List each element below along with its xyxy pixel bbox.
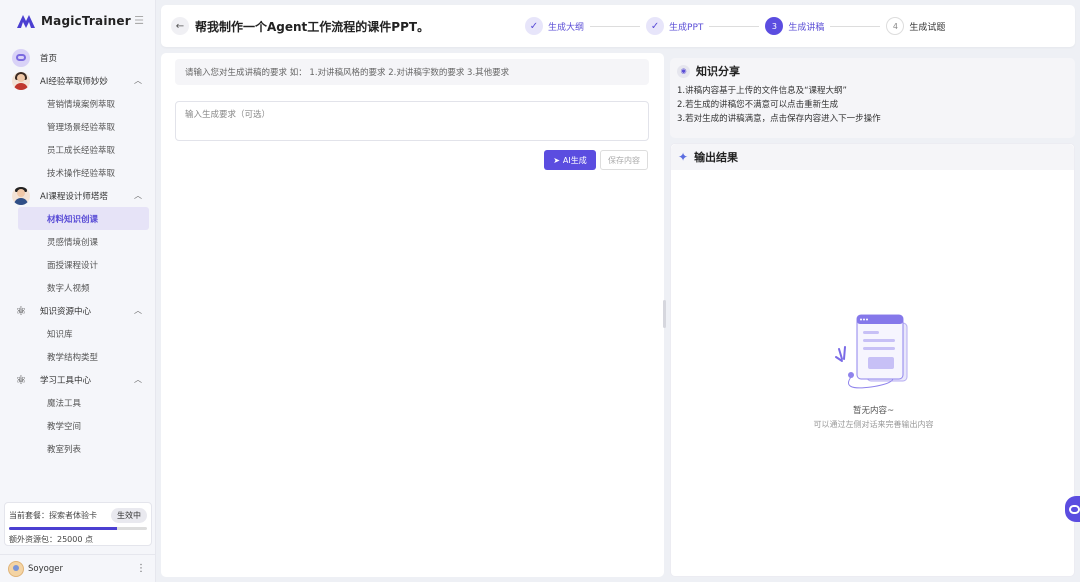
home-icon — [12, 48, 30, 67]
miaomiao-avatar-icon — [12, 71, 30, 90]
sidebar-item-management-scene[interactable]: 管理场景经验萃取 — [18, 115, 149, 138]
step-number: 4 — [886, 17, 905, 35]
output-result-card: ✦ 输出结果 暂无内容~ 可以通过左侧对话来完善输出内容 — [670, 143, 1075, 577]
chevron-up-icon[interactable]: ︿ — [133, 374, 143, 385]
step-ppt[interactable]: ✓ 生成PPT — [646, 17, 703, 35]
sidebar-item-magic-tools[interactable]: 魔法工具 — [18, 391, 149, 414]
step-connector — [830, 25, 881, 27]
chevron-up-icon[interactable]: ︿ — [133, 75, 143, 86]
share-line: 1.讲稿内容基于上传的文件信息及“课程大纲” — [677, 86, 847, 96]
step-label: 生成讲稿 — [788, 22, 825, 33]
chevron-up-icon[interactable]: ︿ — [133, 305, 143, 316]
logo-icon — [17, 15, 35, 28]
sidebar-item-teaching-space[interactable]: 教学空间 — [18, 414, 149, 437]
step-label: 生成试题 — [909, 22, 946, 33]
send-icon: ➤ — [553, 155, 560, 165]
knowledge-center-icon: ⚛ — [15, 303, 27, 318]
sidebar: MagicTrainer ☰ 首页 AI经验萃取师妙妙 ︿ 营销情境案例萃取 管… — [0, 0, 156, 582]
sidebar-group-course-design[interactable]: AI课程设计师塔塔 ︿ — [6, 184, 149, 207]
empty-state-subtitle: 可以通过左侧对话来完善输出内容 — [813, 420, 934, 429]
empty-state-title: 暂无内容~ — [852, 406, 895, 416]
requirements-input[interactable] — [175, 101, 649, 141]
user-row: Soyoger ⋮ — [0, 554, 156, 582]
panel-resize-handle[interactable] — [663, 300, 666, 328]
output-title: 输出结果 — [694, 151, 739, 164]
sidebar-item-material-course[interactable]: 材料知识创课 — [18, 207, 149, 230]
sidebar-group-extraction[interactable]: AI经验萃取师妙妙 ︿ — [6, 69, 149, 92]
check-icon: ✓ — [646, 17, 665, 35]
knowledge-share-title: 知识分享 — [696, 65, 740, 78]
sidebar-item-label: 首页 — [40, 53, 58, 64]
sidebar-item-employee-growth[interactable]: 员工成长经验萃取 — [18, 138, 149, 161]
empty-document-illustration — [835, 314, 908, 389]
sidebar-group-tools[interactable]: ⚛ 学习工具中心 ︿ — [6, 368, 149, 391]
info-icon: ◉ — [677, 64, 690, 78]
collapse-sidebar-icon[interactable]: ☰ — [133, 15, 145, 27]
requirements-hint: 请输入您对生成讲稿的要求 如： 1.对讲稿风格的要求 2.对讲稿字数的要求 3.… — [175, 59, 649, 85]
chat-assistant-button[interactable] — [1065, 496, 1080, 522]
ai-generate-button[interactable]: ➤ AI生成 — [544, 150, 596, 170]
sidebar-item-teaching-structure[interactable]: 教学结构类型 — [18, 345, 149, 368]
plan-extra-resources: 额外资源包：25000 点 — [9, 535, 93, 544]
tata-avatar-icon — [12, 186, 30, 205]
step-outline[interactable]: ✓ 生成大纲 — [525, 17, 584, 35]
sidebar-item-classroom-design[interactable]: 面授课程设计 — [18, 253, 149, 276]
back-arrow-icon[interactable]: ← — [171, 17, 189, 35]
knowledge-share-card: ◉ 知识分享 1.讲稿内容基于上传的文件信息及“课程大纲” 2.若生成的讲稿您不… — [670, 58, 1075, 138]
check-icon: ✓ — [525, 17, 543, 35]
ai-generate-label: AI生成 — [562, 155, 587, 165]
output-panel: ◉ 知识分享 1.讲稿内容基于上传的文件信息及“课程大纲” 2.若生成的讲稿您不… — [670, 58, 1075, 577]
stepper: ✓ 生成大纲 ✓ 生成PPT 3 生成讲稿 4 生成试题 — [525, 17, 945, 35]
sidebar-nav: 首页 AI经验萃取师妙妙 ︿ 营销情境案例萃取 管理场景经验萃取 员工成长经验萃… — [0, 42, 155, 464]
tools-center-icon: ⚛ — [15, 372, 27, 387]
sidebar-group-label: AI经验萃取师妙妙 — [40, 76, 108, 87]
chevron-up-icon[interactable]: ︿ — [133, 190, 143, 201]
logo-row: MagicTrainer ☰ — [0, 0, 155, 42]
plan-usage-fill — [9, 527, 117, 530]
sidebar-group-knowledge[interactable]: ⚛ 知识资源中心 ︿ — [6, 299, 149, 322]
sidebar-group-label: AI课程设计师塔塔 — [40, 191, 108, 202]
sidebar-group-label: 学习工具中心 — [40, 375, 92, 386]
sidebar-item-classroom-list[interactable]: 教室列表 — [18, 437, 149, 460]
app-name: MagicTrainer — [41, 14, 131, 28]
user-avatar[interactable] — [8, 560, 24, 577]
logo[interactable]: MagicTrainer — [16, 13, 131, 29]
sidebar-item-digital-human[interactable]: 数字人视频 — [18, 276, 149, 299]
more-vertical-icon[interactable]: ⋮ — [136, 563, 146, 574]
plan-label: 当前套餐：探索者体验卡 — [9, 511, 97, 520]
plan-status-badge: 生效中 — [111, 508, 147, 523]
sidebar-item-marketing-case[interactable]: 营销情境案例萃取 — [18, 92, 149, 115]
step-number: 3 — [765, 17, 784, 35]
sidebar-item-home[interactable]: 首页 — [6, 46, 149, 69]
save-content-button[interactable]: 保存内容 — [600, 150, 648, 170]
sidebar-item-knowledge-base[interactable]: 知识库 — [18, 322, 149, 345]
sidebar-group-label: 知识资源中心 — [40, 306, 92, 317]
requirements-panel: 请输入您对生成讲稿的要求 如： 1.对讲稿风格的要求 2.对讲稿字数的要求 3.… — [161, 53, 664, 577]
chat-icon — [1069, 504, 1080, 514]
share-line: 3.若对生成的讲稿满意，点击保存内容进入下一步操作 — [677, 114, 881, 124]
step-connector — [709, 25, 760, 27]
step-script[interactable]: 3 生成讲稿 — [765, 17, 824, 35]
header: ← 帮我制作一个Agent工作流程的课件PPT。 ✓ 生成大纲 ✓ 生成PPT … — [161, 5, 1075, 47]
sidebar-item-inspiration-course[interactable]: 灵感情境创课 — [18, 230, 149, 253]
step-label: 生成PPT — [669, 22, 704, 33]
page-title: 帮我制作一个Agent工作流程的课件PPT。 — [195, 19, 430, 34]
sidebar-item-tech-operation[interactable]: 技术操作经验萃取 — [18, 161, 149, 184]
plan-usage-bar — [9, 527, 147, 530]
plan-card: 当前套餐：探索者体验卡 生效中 额外资源包：25000 点 — [4, 502, 152, 546]
step-quiz[interactable]: 4 生成试题 — [886, 17, 945, 35]
user-name: Soyoger — [28, 563, 63, 574]
step-label: 生成大纲 — [548, 22, 585, 33]
step-connector — [590, 25, 641, 27]
sparkle-icon: ✦ — [678, 150, 689, 164]
share-line: 2.若生成的讲稿您不满意可以点击重新生成 — [677, 100, 839, 110]
